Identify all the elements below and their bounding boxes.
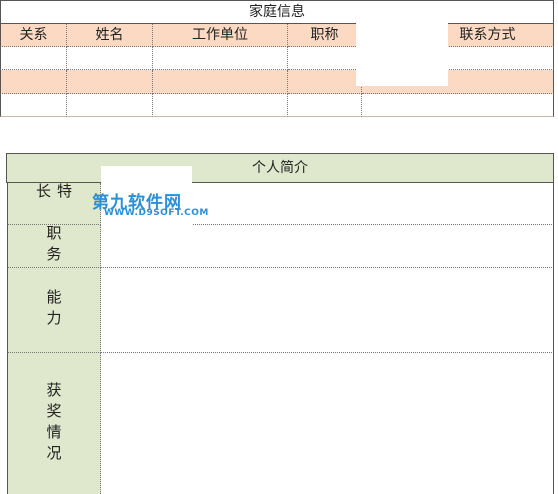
family-cell-r3-relation[interactable] <box>0 94 67 117</box>
row-label-ability: 能力 <box>7 268 101 353</box>
profile-title: 个人简介 <box>6 153 554 183</box>
family-cell-r2-employer[interactable] <box>153 70 288 94</box>
family-cell-r1-employer[interactable] <box>153 47 288 70</box>
column-header-name: 姓名 <box>67 24 153 47</box>
family-cell-r3-name[interactable] <box>67 94 153 117</box>
family-cell-r1-title[interactable] <box>288 47 362 70</box>
column-header-relation: 关系 <box>0 24 67 47</box>
awards-content[interactable] <box>101 353 554 494</box>
column-header-employer: 工作单位 <box>153 24 288 47</box>
family-cell-r1-name[interactable] <box>67 47 153 70</box>
ability-content[interactable] <box>101 268 554 353</box>
right-border <box>553 153 554 494</box>
family-info-title: 家庭信息 <box>0 0 554 24</box>
family-cell-r3-contact[interactable] <box>362 94 554 117</box>
family-cell-r3-title[interactable] <box>288 94 362 117</box>
watermark-url: WWW.D9SOFT.COM <box>104 208 209 218</box>
column-header-title: 职称 <box>288 24 362 47</box>
family-cell-r3-employer[interactable] <box>153 94 288 117</box>
family-cell-r2-name[interactable] <box>67 70 153 94</box>
family-cell-r2-relation[interactable] <box>0 70 67 94</box>
family-cell-r2-title[interactable] <box>288 70 362 94</box>
row-label-specialty: 特长 <box>7 183 101 225</box>
family-cell-r1-relation[interactable] <box>0 47 67 70</box>
row-label-position: 职务 <box>7 225 101 268</box>
row-label-awards: 获奖情况 <box>7 353 101 494</box>
redaction-block <box>356 16 448 86</box>
